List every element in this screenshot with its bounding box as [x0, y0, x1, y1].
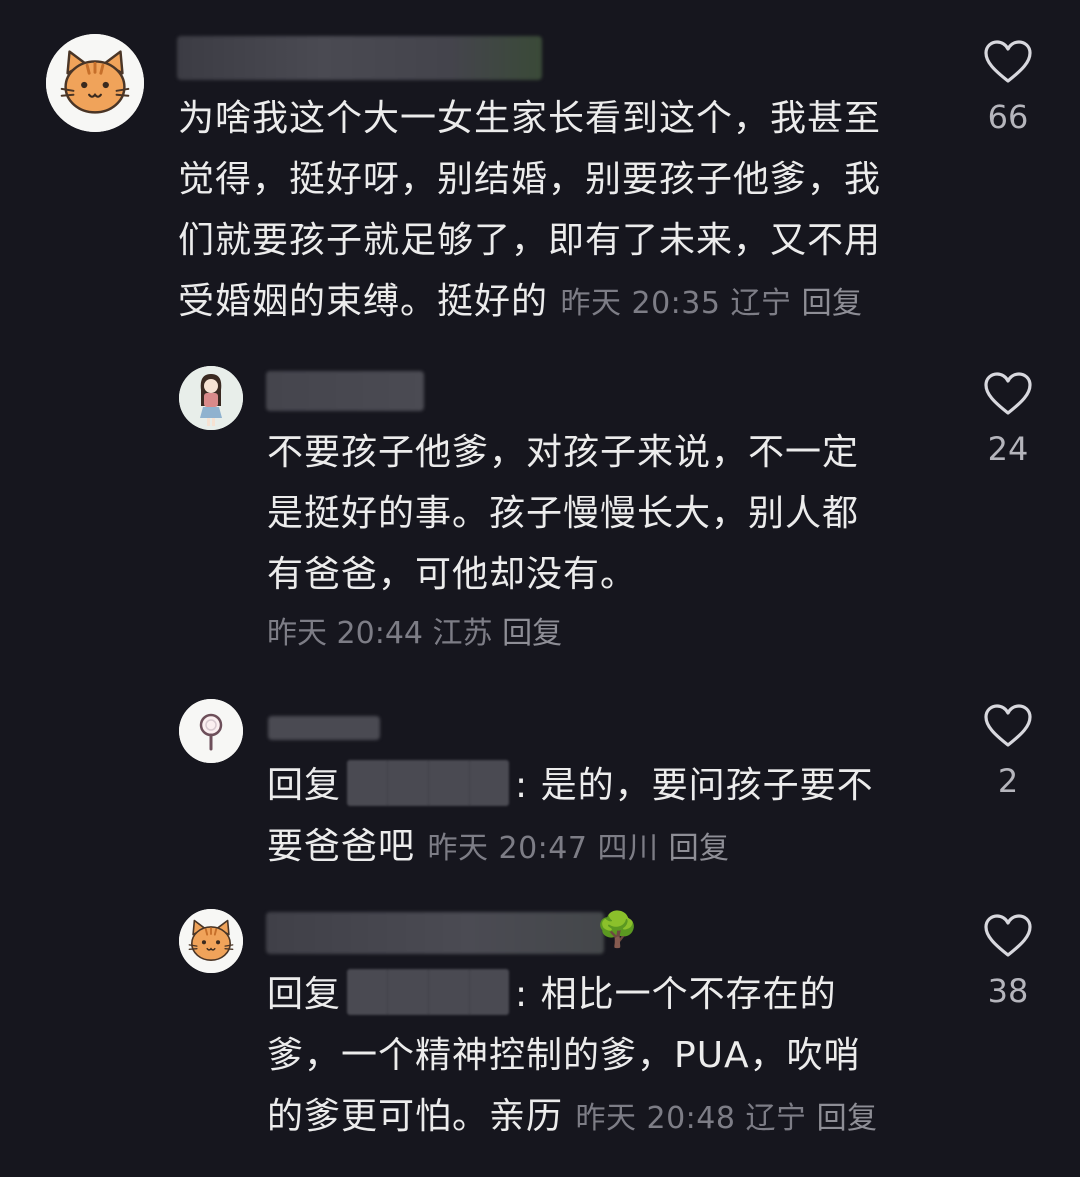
comment-line: 受婚姻的束缚。挺好的 [178, 281, 549, 322]
comment-line: 为啥我这个大一女生家长看到这个，我甚至 [178, 98, 882, 139]
comment-line: 要爸爸吧 [267, 826, 416, 867]
reply-button[interactable]: 回复 [817, 1101, 878, 1136]
tree-emoji-icon: 🌳 [596, 910, 639, 950]
username-redacted[interactable] [266, 912, 604, 954]
comment-line: 觉得，挺好呀，别结婚，别要孩子他爹，我 [178, 159, 882, 200]
comment-meta: 昨天 20:47 四川 回复 [427, 831, 729, 866]
avatar[interactable] [179, 699, 243, 763]
location: 四川 [597, 831, 659, 866]
like-count: 66 [987, 98, 1029, 136]
timestamp: 昨天 20:47 [427, 831, 588, 866]
avatar[interactable] [179, 909, 243, 973]
like-count: 2 [997, 762, 1019, 800]
cat-icon [179, 909, 243, 973]
reply-button[interactable]: 回复 [669, 831, 730, 866]
comment-line: 爹，一个精神控制的爹，PUA，吹哨 [267, 1035, 861, 1076]
comment-line: 们就要孩子就足够了，即有了未来，又不用 [178, 220, 882, 261]
timestamp: 昨天 20:35 [560, 286, 721, 321]
comment-text: 为啥我这个大一女生家长看到这个，我甚至 觉得，挺好呀，别结婚，别要孩子他爹，我 … [178, 88, 958, 334]
username-redacted[interactable] [268, 716, 380, 740]
comment-line: 不要孩子他爹，对孩子来说，不一定 [267, 432, 860, 473]
girl-illustration-icon [179, 366, 243, 430]
like-button[interactable]: 38 [978, 914, 1038, 1010]
mention-redacted[interactable] [347, 969, 510, 1015]
username-redacted[interactable] [266, 371, 424, 411]
comment-meta: 昨天 20:35 辽宁 回复 [560, 286, 862, 321]
comment-text: 不要孩子他爹，对孩子来说，不一定 是挺好的事。孩子慢慢长大，别人都 有爸爸，可他… [267, 422, 947, 605]
avatar[interactable] [179, 366, 243, 430]
comment-line: 有爸爸，可他却没有。 [267, 554, 638, 595]
comment-line: 是挺好的事。孩子慢慢长大，别人都 [267, 493, 860, 534]
location: 辽宁 [730, 286, 792, 321]
reply-prefix: 回复 [267, 765, 342, 806]
comment-meta: 昨天 20:44 江苏 回复 [267, 614, 562, 654]
comment-meta: 昨天 20:48 辽宁 回复 [575, 1101, 877, 1136]
heart-icon [984, 40, 1032, 84]
heart-icon [984, 704, 1032, 748]
like-count: 24 [987, 430, 1029, 468]
comment-line: : 相比一个不存在的 [515, 974, 837, 1015]
timestamp: 昨天 20:48 [575, 1101, 736, 1136]
timestamp: 昨天 20:44 [267, 616, 423, 651]
location: 辽宁 [745, 1101, 807, 1136]
reply-button[interactable]: 回复 [502, 616, 562, 651]
like-button[interactable]: 24 [978, 372, 1038, 468]
comment-text: 回复: 相比一个不存在的 爹，一个精神控制的爹，PUA，吹哨 的爹更可怕。亲历 … [267, 964, 947, 1149]
mention-redacted[interactable] [347, 760, 510, 806]
cat-icon [46, 34, 144, 132]
like-button[interactable]: 66 [978, 40, 1038, 136]
like-count: 38 [987, 972, 1029, 1010]
reply-button[interactable]: 回复 [802, 286, 863, 321]
location: 江苏 [432, 616, 493, 651]
heart-icon [984, 372, 1032, 416]
comment-line: 的爹更可怕。亲历 [267, 1096, 564, 1137]
heart-icon [984, 914, 1032, 958]
magnifier-icon [179, 699, 243, 763]
reply-prefix: 回复 [267, 974, 342, 1015]
comment-text: 回复 : 是的，要问孩子要不 要爸爸吧 昨天 20:47 四川 回复 [267, 755, 947, 879]
avatar[interactable] [46, 34, 144, 132]
username-redacted[interactable] [177, 36, 542, 80]
comment-line: : 是的，要问孩子要不 [515, 765, 874, 806]
like-button[interactable]: 2 [978, 704, 1038, 800]
